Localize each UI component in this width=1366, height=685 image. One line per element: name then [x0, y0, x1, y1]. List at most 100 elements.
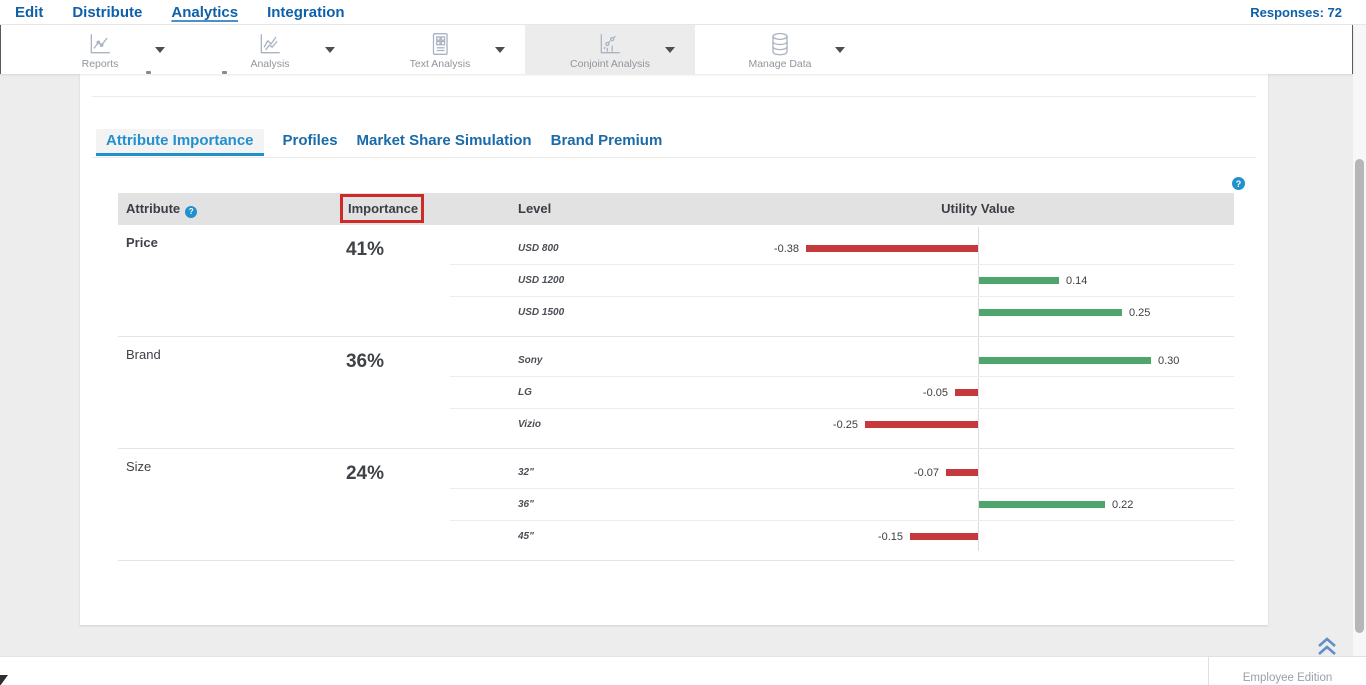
toolbar-item-label: Manage Data	[695, 58, 865, 70]
attribute-group-price: Price41%USD 800-0.38USD 12000.14USD 1500…	[118, 225, 1234, 337]
responses-count[interactable]: Responses: 72	[1250, 0, 1342, 25]
utility-value-label: 0.14	[1066, 265, 1087, 297]
toolbar-item-analysis[interactable]: Analysis	[185, 25, 355, 74]
utility-bar	[979, 277, 1059, 284]
tab-brand-premium[interactable]: Brand Premium	[551, 129, 663, 156]
cursor-artifact	[0, 675, 8, 685]
nav-item-integration[interactable]: Integration	[267, 4, 345, 21]
utility-bar	[979, 309, 1122, 316]
scrollbar-thumb[interactable]	[1355, 159, 1364, 633]
tab-profiles[interactable]: Profiles	[283, 129, 338, 156]
column-header-utility-value: Utility Value	[908, 193, 1048, 225]
content-card: Attribute Importance Profiles Market Share…	[80, 74, 1268, 625]
level-name: 45"	[518, 521, 534, 553]
level-name: USD 800	[518, 233, 559, 265]
level-name: 32"	[518, 457, 534, 489]
utility-value-label: -0.05	[888, 377, 948, 409]
clipped-title-fragment	[146, 71, 151, 74]
toolbar-item-label: Text Analysis	[355, 58, 525, 70]
tab-market-share-simulation[interactable]: Market Share Simulation	[357, 129, 532, 156]
utility-bar	[806, 245, 978, 252]
trend-chart-icon	[257, 31, 283, 57]
attribute-group-size: Size 24% 32" -0.07 36" 0.22 45" -0.15	[118, 449, 1234, 561]
utility-value-label: 0.30	[1158, 345, 1179, 377]
toolbar-item-label: Analysis	[185, 58, 355, 70]
utility-bar	[910, 533, 978, 540]
importance-value: 41%	[265, 239, 465, 261]
attribute-help-icon[interactable]: ?	[185, 206, 197, 218]
importance-value: 24%	[265, 463, 465, 485]
toolbar-item-reports[interactable]: Reports	[15, 25, 185, 74]
clipped-title-fragment	[222, 71, 227, 74]
toolbar-item-label: Conjoint Analysis	[525, 58, 695, 70]
utility-value-label: -0.07	[879, 457, 939, 489]
chevron-down-icon[interactable]	[665, 47, 675, 53]
level-name: Sony	[518, 345, 542, 377]
scroll-to-top-button[interactable]	[1315, 635, 1339, 657]
document-grid-icon	[427, 31, 453, 57]
importance-value: 36%	[265, 351, 465, 373]
level-row-32: 32" -0.07	[450, 457, 1234, 489]
level-row-45: 45" -0.15	[450, 521, 1234, 553]
attribute-header-label: Attribute	[126, 201, 180, 216]
nav-item-edit[interactable]: Edit	[15, 4, 43, 21]
toolbar-item-manage-data[interactable]: Manage Data	[695, 25, 865, 74]
utility-bar	[979, 501, 1105, 508]
column-header-level: Level	[518, 193, 551, 225]
top-nav-items: Edit Distribute Analytics Integration	[0, 0, 1366, 25]
chevron-down-icon[interactable]	[325, 47, 335, 53]
utility-bar	[955, 389, 978, 396]
footer-bar	[0, 656, 1366, 685]
double-chevron-up-icon	[1315, 635, 1339, 657]
column-header-attribute: Attribute?	[126, 193, 197, 225]
column-header-importance: Importance	[348, 193, 418, 225]
chevron-down-icon[interactable]	[835, 47, 845, 53]
toolbar-item-text-analysis[interactable]: Text Analysis	[355, 25, 525, 74]
level-row-usd-800: USD 800-0.38	[450, 233, 1234, 265]
level-name: USD 1500	[518, 297, 564, 329]
chevron-down-icon[interactable]	[155, 47, 165, 53]
tab-attribute-importance[interactable]: Attribute Importance	[96, 129, 264, 156]
nav-item-distribute[interactable]: Distribute	[72, 4, 142, 21]
toolbar-item-label: Reports	[15, 58, 185, 70]
level-row-sony: Sony 0.30	[450, 345, 1234, 377]
level-row-usd-1500: USD 1500 0.25	[450, 297, 1234, 329]
attribute-group-brand: Brand 36% Sony 0.30 LG -0.05 Vizio -0.25	[118, 337, 1234, 449]
scatter-plot-icon	[597, 31, 623, 57]
scrollbar-track[interactable]	[1353, 25, 1366, 685]
level-name: LG	[518, 377, 532, 409]
level-name: Vizio	[518, 409, 541, 441]
nav-item-analytics[interactable]: Analytics	[171, 4, 238, 21]
line-chart-icon	[87, 31, 113, 57]
levels-container: Sony 0.30 LG -0.05 Vizio -0.25	[450, 345, 1234, 441]
utility-value-label: 0.25	[1129, 297, 1150, 329]
level-row-36: 36" 0.22	[450, 489, 1234, 521]
level-row-vizio: Vizio -0.25	[450, 409, 1234, 441]
level-name: 36"	[518, 489, 534, 521]
edition-label: Employee Edition	[1243, 672, 1333, 684]
chevron-down-icon[interactable]	[495, 47, 505, 53]
levels-container: USD 800-0.38USD 1200 0.14 USD 1500 0.25	[450, 233, 1234, 329]
utility-value-label: -0.25	[798, 409, 858, 441]
utility-value-label: -0.15	[843, 521, 903, 553]
conjoint-tabs: Attribute Importance Profiles Market Share…	[96, 129, 662, 156]
level-row-lg: LG -0.05	[450, 377, 1234, 409]
help-icon[interactable]: ?	[1232, 177, 1245, 190]
utility-value-label: 0.22	[1112, 489, 1133, 521]
card-divider	[92, 96, 1256, 97]
database-icon	[767, 31, 793, 57]
attribute-name: Brand	[126, 347, 161, 362]
attribute-name: Price	[126, 235, 158, 250]
levels-container: 32" -0.07 36" 0.22 45" -0.15	[450, 457, 1234, 553]
table-header-row: Attribute? Importance Level Utility Valu…	[118, 193, 1234, 225]
level-row-usd-1200: USD 1200 0.14	[450, 265, 1234, 297]
attribute-name: Size	[126, 459, 151, 474]
tabs-divider	[92, 157, 1256, 158]
top-nav: Edit Distribute Analytics Integration Respo…	[0, 0, 1366, 25]
attribute-importance-table: Attribute? Importance Level Utility Valu…	[118, 193, 1234, 561]
utility-bar	[865, 421, 978, 428]
toolbar-item-conjoint-analysis[interactable]: Conjoint Analysis	[525, 25, 695, 74]
utility-bar	[946, 469, 978, 476]
level-name: USD 1200	[518, 265, 564, 297]
table-body: Price41%USD 800-0.38USD 12000.14USD 1500…	[118, 225, 1234, 561]
